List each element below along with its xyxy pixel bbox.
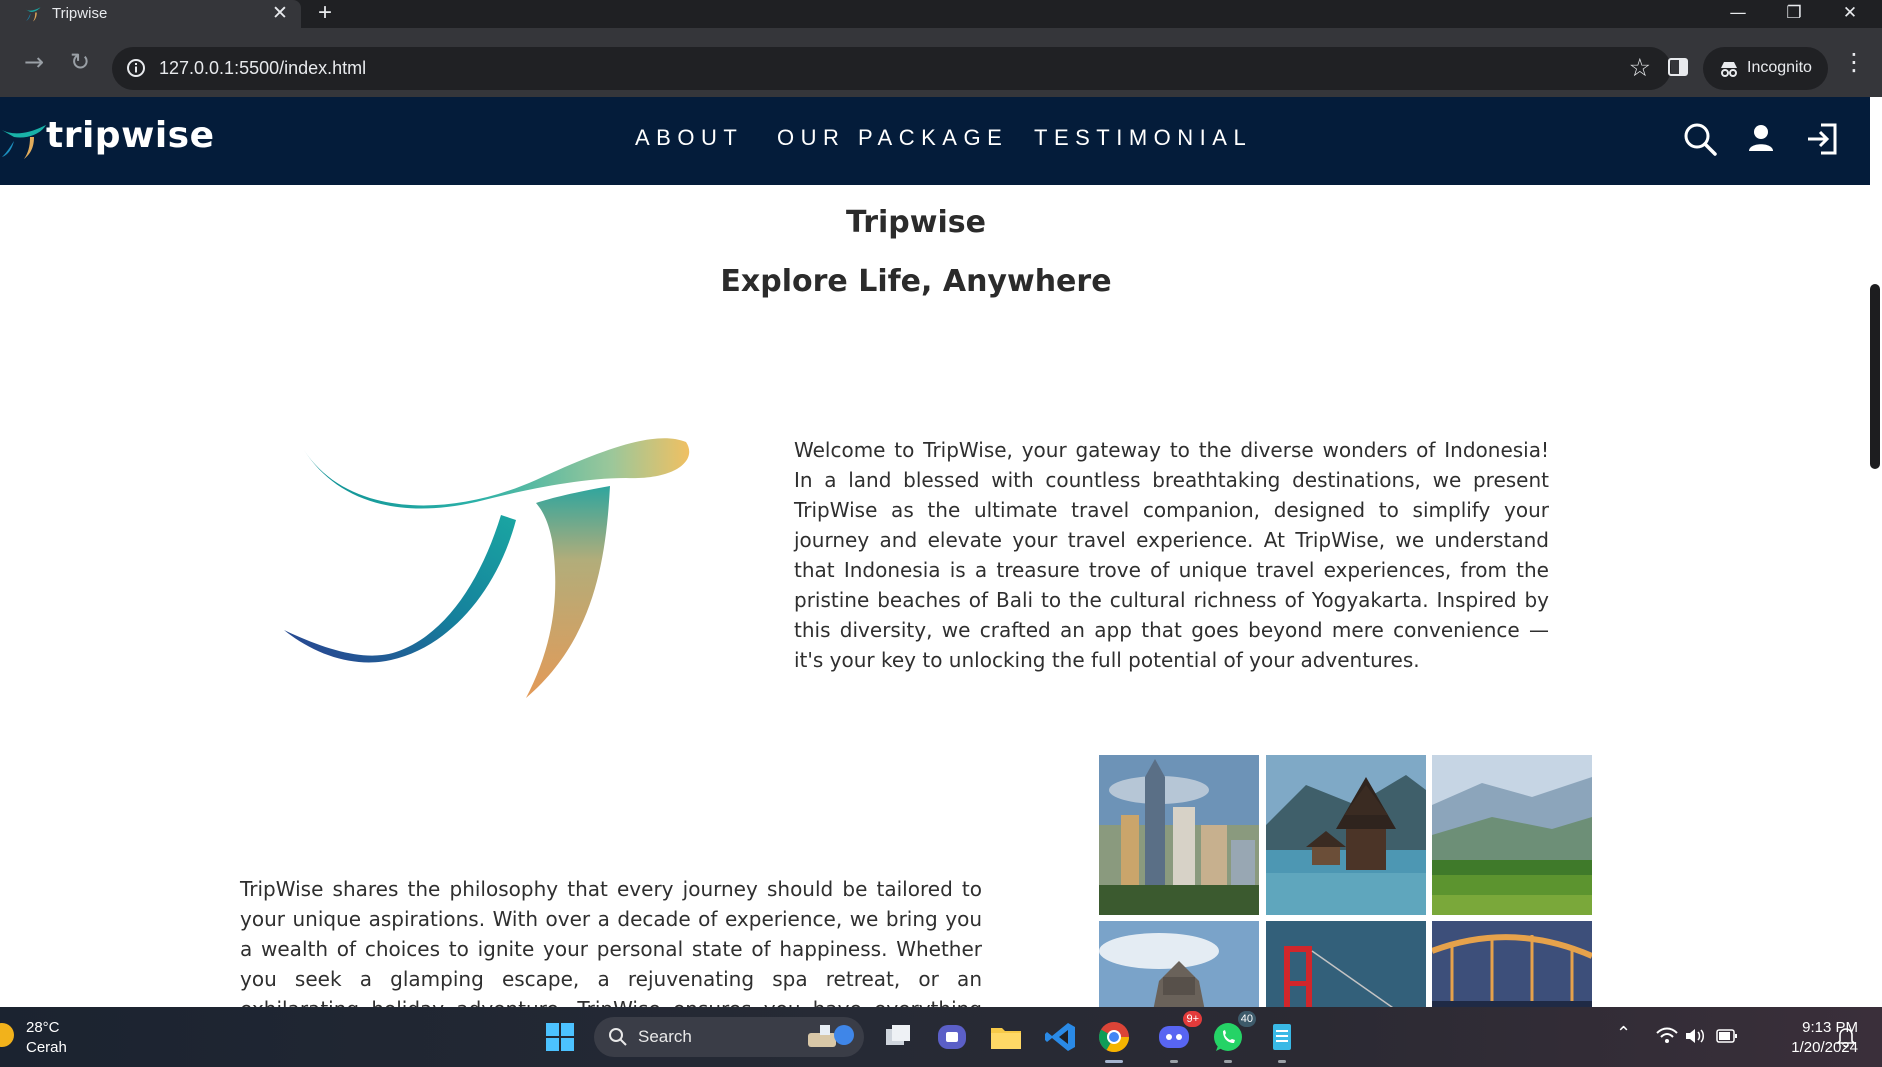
browser-tab-strip: Tripwise ✕ + — ❐ ✕ (0, 0, 1882, 28)
bookmark-star-icon[interactable]: ☆ (1629, 53, 1651, 82)
site-header: tripwise ABOUT OUR PACKAGE TESTIMONIAL (0, 97, 1870, 185)
whatsapp-icon[interactable]: 40 (1210, 1011, 1256, 1063)
forward-arrow-icon[interactable]: → (20, 48, 48, 76)
discord-running-indicator (1170, 1060, 1178, 1063)
whatsapp-notification-badge: 40 (1237, 1011, 1256, 1027)
weather-condition[interactable]: Cerah (26, 1039, 67, 1056)
browser-tab-tripwise[interactable]: Tripwise ✕ (0, 0, 301, 28)
philosophy-paragraph: TripWise shares the philosophy that ever… (240, 877, 982, 1007)
side-panel-icon[interactable] (1666, 55, 1690, 79)
discord-notification-badge: 9+ (1183, 1011, 1202, 1027)
incognito-label: Incognito (1747, 59, 1812, 76)
user-icon[interactable] (1741, 119, 1781, 159)
file-explorer-icon[interactable] (988, 1019, 1024, 1055)
vscode-icon[interactable] (1042, 1019, 1078, 1055)
photo-red-bridge (1266, 921, 1426, 1007)
taskbar-search-label: Search (638, 1027, 692, 1046)
notepad-running-indicator (1278, 1060, 1286, 1063)
teams-icon[interactable] (934, 1019, 970, 1055)
login-icon[interactable] (1803, 119, 1843, 159)
volume-icon[interactable] (1684, 1026, 1706, 1046)
task-view-icon[interactable] (880, 1019, 916, 1055)
weather-sun-icon[interactable] (0, 1023, 14, 1047)
about-paragraph: Welcome to TripWise, your gateway to the… (794, 438, 1549, 672)
url-text: 127.0.0.1:5500/index.html (159, 58, 367, 78)
tab-title: Tripwise (52, 5, 108, 22)
new-tab-button[interactable]: + (318, 0, 332, 27)
incognito-indicator[interactable]: Incognito (1703, 47, 1828, 90)
nav-link-testimonial[interactable]: TESTIMONIAL (1034, 125, 1252, 151)
windows-taskbar: 28°C Cerah Search 9+ 40 ⌃ 9:13 PM 1/20/2… (0, 1007, 1882, 1067)
nav-link-our-package[interactable]: OUR PACKAGE (777, 125, 1008, 151)
windows-start-icon[interactable] (545, 1022, 575, 1052)
nav-link-about[interactable]: ABOUT (635, 125, 743, 151)
tripwise-large-logo (284, 438, 690, 698)
photo-night-bridge (1432, 921, 1592, 1007)
page-content: Tripwise Explore Life, Anywhere Welcome … (0, 185, 1870, 1007)
search-highlight-icon (808, 1025, 854, 1047)
restore-icon[interactable]: ❐ (1766, 0, 1822, 28)
browser-menu-icon[interactable]: ⋮ (1840, 48, 1868, 76)
photo-bali-temple (1266, 755, 1426, 915)
chrome-icon[interactable] (1096, 1019, 1132, 1063)
tab-close-icon[interactable]: ✕ (272, 2, 288, 25)
photo-green-hills (1432, 755, 1592, 915)
destination-gallery (1099, 755, 1593, 1007)
search-icon[interactable] (1680, 119, 1720, 159)
discord-icon[interactable]: 9+ (1156, 1011, 1202, 1063)
page-scrollbar-thumb[interactable] (1870, 284, 1880, 469)
taskbar-search-icon (609, 1028, 627, 1046)
whatsapp-running-indicator (1224, 1060, 1232, 1063)
window-close-icon[interactable]: ✕ (1822, 0, 1878, 28)
reload-icon[interactable]: ↻ (66, 48, 94, 76)
browser-toolbar: → ↻ 127.0.0.1:5500/index.html ☆ Incognit… (0, 28, 1882, 97)
page-subtitle: Explore Life, Anywhere (720, 264, 1112, 299)
site-info-icon[interactable] (126, 58, 146, 78)
tripwise-favicon-icon (25, 7, 41, 22)
battery-icon[interactable] (1716, 1028, 1738, 1044)
brand-name: tripwise (46, 115, 215, 156)
photo-prambanan-temple (1099, 921, 1259, 1007)
notification-bell-icon[interactable] (1836, 1026, 1856, 1048)
taskbar-search-box[interactable]: Search (594, 1017, 864, 1057)
page-title: Tripwise (846, 205, 986, 240)
wifi-icon[interactable] (1656, 1026, 1678, 1046)
weather-temperature[interactable]: 28°C (26, 1019, 60, 1036)
tripwise-logo-icon (0, 125, 46, 159)
notepad-icon[interactable] (1264, 1019, 1300, 1063)
incognito-icon (1721, 62, 1737, 77)
photo-jakarta-skyline (1099, 755, 1259, 915)
minimize-icon[interactable]: — (1710, 0, 1766, 28)
address-bar[interactable]: 127.0.0.1:5500/index.html ☆ (112, 47, 1671, 90)
tray-overflow-chevron-icon[interactable]: ⌃ (1616, 1023, 1631, 1044)
chrome-active-indicator (1105, 1060, 1123, 1063)
